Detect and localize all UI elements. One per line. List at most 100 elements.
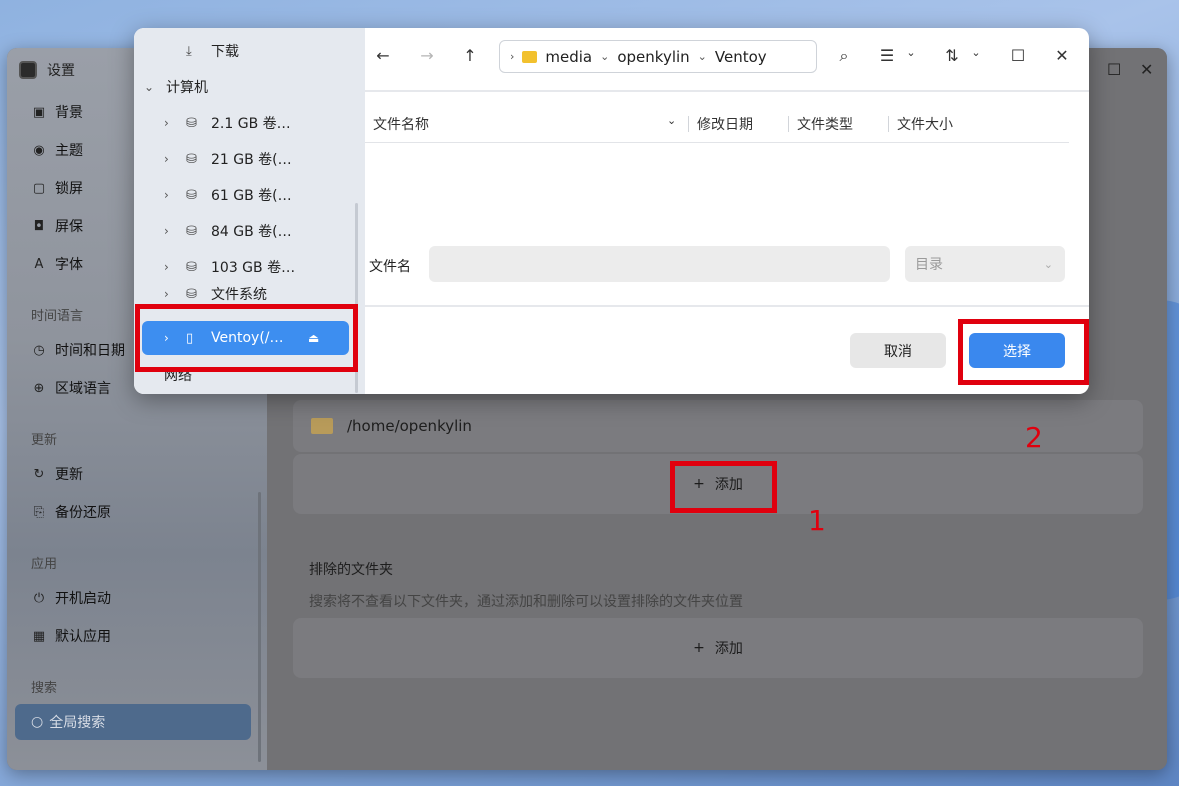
search-folder-card: /home/openkylin <box>293 400 1143 452</box>
chevron-right-icon[interactable]: › <box>164 287 169 301</box>
chevron-right-icon[interactable]: › <box>510 50 514 63</box>
breadcrumb-item-openkylin[interactable]: openkylin <box>617 48 689 66</box>
chevron-down-icon[interactable]: ⌄ <box>144 80 154 94</box>
sidebar-item-backup[interactable]: ⎘ 备份还原 <box>31 500 111 524</box>
sidebar-item-screensaver[interactable]: ◘ 屏保 <box>31 214 83 238</box>
sort-icon[interactable]: ⇅ <box>940 46 964 65</box>
chevron-right-icon[interactable]: › <box>164 116 169 130</box>
file-type-placeholder: 目录 <box>915 257 943 273</box>
column-header-type[interactable]: 文件类型 <box>797 114 853 134</box>
dialog-sidebar-label: 21 GB 卷(… <box>211 152 292 168</box>
section-time-language: 时间语言 <box>31 309 84 324</box>
dialog-sidebar-volume[interactable]: › ⛁ 21 GB 卷(… <box>134 141 365 177</box>
chevron-right-icon[interactable]: › <box>164 224 169 238</box>
close-icon[interactable]: ✕ <box>1140 60 1153 79</box>
section-search: 搜索 <box>31 681 58 696</box>
chevron-down-icon[interactable]: ⌄ <box>600 50 609 63</box>
sidebar-item-region[interactable]: ⊕ 区域语言 <box>31 376 111 400</box>
section-apps: 应用 <box>31 557 58 572</box>
add-excluded-folder-button[interactable]: + 添加 <box>293 618 1143 678</box>
dialog-sidebar-label: 61 GB 卷(… <box>211 188 292 204</box>
folder-icon <box>311 418 333 434</box>
sidebar-item-lockscreen[interactable]: ▢ 锁屏 <box>31 176 83 200</box>
annotation-number-2: 2 <box>1025 421 1043 454</box>
annotation-number-1: 1 <box>808 504 826 537</box>
column-header-modified[interactable]: 修改日期 <box>697 114 753 134</box>
cancel-button[interactable]: 取消 <box>850 333 946 368</box>
font-icon: A <box>34 256 44 272</box>
column-separator <box>688 116 689 132</box>
lock-screen-icon: ▢ <box>32 180 46 196</box>
drive-icon: ⛁ <box>186 115 197 131</box>
dialog-sidebar-label: 下载 <box>211 44 239 60</box>
clock-icon: ◷ <box>33 342 45 358</box>
forward-arrow-icon[interactable]: → <box>415 46 439 65</box>
sidebar-item-update[interactable]: ↻ 更新 <box>31 462 83 486</box>
dialog-sidebar-volume[interactable]: › ⛁ 61 GB 卷(… <box>134 177 365 213</box>
dialog-sidebar-volume[interactable]: › ⛁ 2.1 GB 卷… <box>134 105 365 141</box>
sidebar-item-startup[interactable]: ⏻ 开机启动 <box>31 586 111 610</box>
grid-icon: ▦ <box>32 628 46 644</box>
maximize-icon[interactable]: ☐ <box>1107 60 1121 79</box>
close-icon[interactable]: ✕ <box>1050 46 1074 65</box>
sidebar-item-label: 屏保 <box>55 219 83 235</box>
chevron-right-icon[interactable]: › <box>164 260 169 274</box>
up-arrow-icon[interactable]: ↑ <box>458 46 482 65</box>
sidebar-item-label: 时间和日期 <box>55 343 125 359</box>
chevron-down-icon[interactable]: ⌄ <box>698 50 707 63</box>
dialog-sidebar-computer[interactable]: ⌄ 计算机 <box>134 69 365 105</box>
sidebar-item-label: 主题 <box>55 143 83 159</box>
download-icon: ⤓ <box>186 43 192 59</box>
sidebar-item-default-apps[interactable]: ▦ 默认应用 <box>31 624 111 648</box>
add-label: 添加 <box>714 641 743 657</box>
add-excluded-folder-card: + 添加 <box>293 618 1143 678</box>
chevron-down-icon[interactable]: ⌄ <box>667 114 676 127</box>
filename-label: 文件名 <box>369 259 411 275</box>
startup-icon: ⏻ <box>33 590 45 606</box>
dialog-sidebar-volume[interactable]: › ⛁ 84 GB 卷(… <box>134 213 365 249</box>
drive-icon: ⛁ <box>186 259 197 275</box>
column-header-name[interactable]: 文件名称 <box>373 114 429 134</box>
sidebar-item-label: 区域语言 <box>55 381 111 397</box>
chevron-right-icon[interactable]: › <box>164 188 169 202</box>
sidebar-scrollbar[interactable] <box>258 492 261 762</box>
sidebar-item-global-search[interactable]: ○ 全局搜索 <box>15 704 251 740</box>
sidebar-item-theme[interactable]: ◉ 主题 <box>31 138 83 162</box>
file-type-select[interactable]: 目录 ⌄ <box>905 246 1065 282</box>
back-arrow-icon[interactable]: ← <box>371 46 395 65</box>
search-folder-row[interactable]: /home/openkylin <box>293 400 1143 452</box>
settings-app-icon <box>19 61 37 79</box>
drive-icon: ⛁ <box>186 187 197 203</box>
sidebar-item-label: 锁屏 <box>55 181 83 197</box>
chevron-right-icon[interactable]: › <box>164 152 169 166</box>
search-icon[interactable]: ⌕ <box>832 46 856 66</box>
annotation-box-1 <box>670 461 777 513</box>
excluded-folders-title: 排除的文件夹 <box>309 562 393 578</box>
drive-icon: ⛁ <box>186 223 197 239</box>
dialog-sidebar-label: 84 GB 卷(… <box>211 224 292 240</box>
breadcrumb-item-ventoy[interactable]: Ventoy <box>715 48 767 66</box>
sidebar-item-font[interactable]: A 字体 <box>31 252 83 276</box>
breadcrumb: › media ⌄ openkylin ⌄ Ventoy <box>499 40 817 73</box>
sidebar-item-datetime[interactable]: ◷ 时间和日期 <box>31 338 125 362</box>
annotation-box-ventoy <box>135 304 358 372</box>
maximize-icon[interactable]: ☐ <box>1006 46 1030 65</box>
dialog-sidebar-filesystem[interactable]: › ⛁ 文件系统 <box>134 284 365 304</box>
dialog-sidebar-downloads[interactable]: ⤓ 下载 <box>134 33 365 69</box>
footer-divider <box>365 305 1089 307</box>
chevron-down-icon[interactable]: ⌄ <box>964 46 988 59</box>
chevron-down-icon: ⌄ <box>1043 257 1053 271</box>
drive-icon: ⛁ <box>186 151 197 167</box>
breadcrumb-item-media[interactable]: media <box>545 48 592 66</box>
column-header-size[interactable]: 文件大小 <box>897 114 953 134</box>
filename-input[interactable] <box>429 246 890 282</box>
list-view-icon[interactable]: ☰ <box>875 46 899 65</box>
dialog-sidebar-volume[interactable]: › ⛁ 103 GB 卷… <box>134 249 365 285</box>
dialog-toolbar: ← → ↑ › media ⌄ openkylin ⌄ Ventoy ⌕ ☰ ⌄… <box>365 28 1089 90</box>
search-icon: ○ <box>31 714 44 730</box>
sidebar-item-label: 默认应用 <box>55 629 111 645</box>
sidebar-item-background[interactable]: ▣ 背景 <box>31 100 83 124</box>
chevron-down-icon[interactable]: ⌄ <box>899 46 923 59</box>
app-title: 设置 <box>47 63 75 79</box>
plus-icon: + <box>693 640 705 656</box>
